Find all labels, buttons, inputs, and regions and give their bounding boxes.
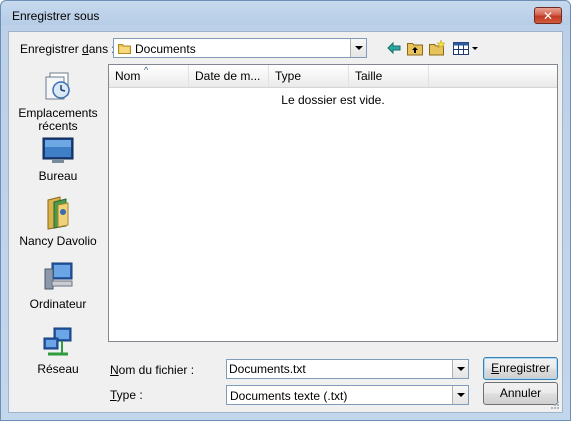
- chevron-down-icon[interactable]: [452, 360, 468, 378]
- places-bar: Emplacements récents Bureau Nancy Davoli…: [9, 62, 107, 382]
- location-value: Documents: [135, 42, 196, 56]
- network-icon: [43, 327, 72, 356]
- chevron-down-icon[interactable]: [452, 386, 468, 404]
- place-network[interactable]: Réseau: [9, 326, 107, 376]
- place-label: Réseau: [37, 362, 79, 376]
- file-type-dropdown[interactable]: Documents texte (.txt): [226, 385, 469, 405]
- view-menu-icon[interactable]: [452, 39, 480, 57]
- file-list[interactable]: Nom ^ Date de m... Type Taille Le dossie…: [108, 64, 558, 342]
- column-size[interactable]: Taille: [349, 65, 429, 87]
- place-recent[interactable]: Emplacements récents: [9, 70, 107, 133]
- resize-grip-icon[interactable]: [550, 400, 560, 410]
- new-folder-icon[interactable]: [428, 39, 446, 57]
- filename-field[interactable]: [226, 359, 469, 379]
- column-header-row: Nom ^ Date de m... Type Taille: [109, 65, 557, 88]
- save-button[interactable]: Enregistrer: [483, 357, 558, 380]
- sort-ascending-icon: ^: [144, 65, 149, 75]
- chevron-down-icon[interactable]: [350, 39, 366, 57]
- dialog-body: Enregistrer dans : Documents Emplacement…: [8, 31, 563, 413]
- place-label: Emplacements récents: [18, 106, 98, 133]
- column-type[interactable]: Type: [269, 65, 349, 87]
- place-user[interactable]: Nancy Davolio: [9, 196, 107, 248]
- type-label: Type :: [110, 388, 143, 402]
- title-bar[interactable]: Enregistrer sous ✕: [1, 1, 570, 29]
- empty-folder-message: Le dossier est vide.: [281, 93, 385, 107]
- filename-input[interactable]: [229, 361, 449, 377]
- save-in-dropdown[interactable]: Documents: [113, 38, 367, 58]
- user-folder-icon: [47, 196, 69, 230]
- back-icon[interactable]: [385, 39, 403, 57]
- desktop-icon: [42, 137, 74, 163]
- recent-places-icon: [45, 72, 70, 100]
- file-type-value: Documents texte (.txt): [230, 389, 348, 403]
- column-date[interactable]: Date de m...: [189, 65, 269, 87]
- place-label: Ordinateur: [29, 297, 87, 311]
- close-button[interactable]: ✕: [534, 7, 562, 24]
- folder-icon: [118, 44, 131, 54]
- column-name[interactable]: Nom ^: [109, 65, 189, 87]
- dialog-title: Enregistrer sous: [12, 9, 100, 23]
- place-desktop[interactable]: Bureau: [9, 135, 107, 183]
- place-computer[interactable]: Ordinateur: [9, 261, 107, 311]
- save-in-label: Enregistrer dans :: [20, 42, 115, 56]
- save-as-dialog: Enregistrer sous ✕ Enregistrer dans : Do…: [0, 0, 571, 421]
- up-folder-icon[interactable]: [406, 39, 424, 57]
- place-label: Bureau: [38, 169, 78, 183]
- place-label: Nancy Davolio: [19, 234, 97, 248]
- close-icon: ✕: [542, 9, 554, 23]
- filename-label: Nom du fichier :: [110, 363, 195, 377]
- computer-icon: [44, 262, 73, 290]
- cancel-button[interactable]: Annuler: [483, 382, 558, 405]
